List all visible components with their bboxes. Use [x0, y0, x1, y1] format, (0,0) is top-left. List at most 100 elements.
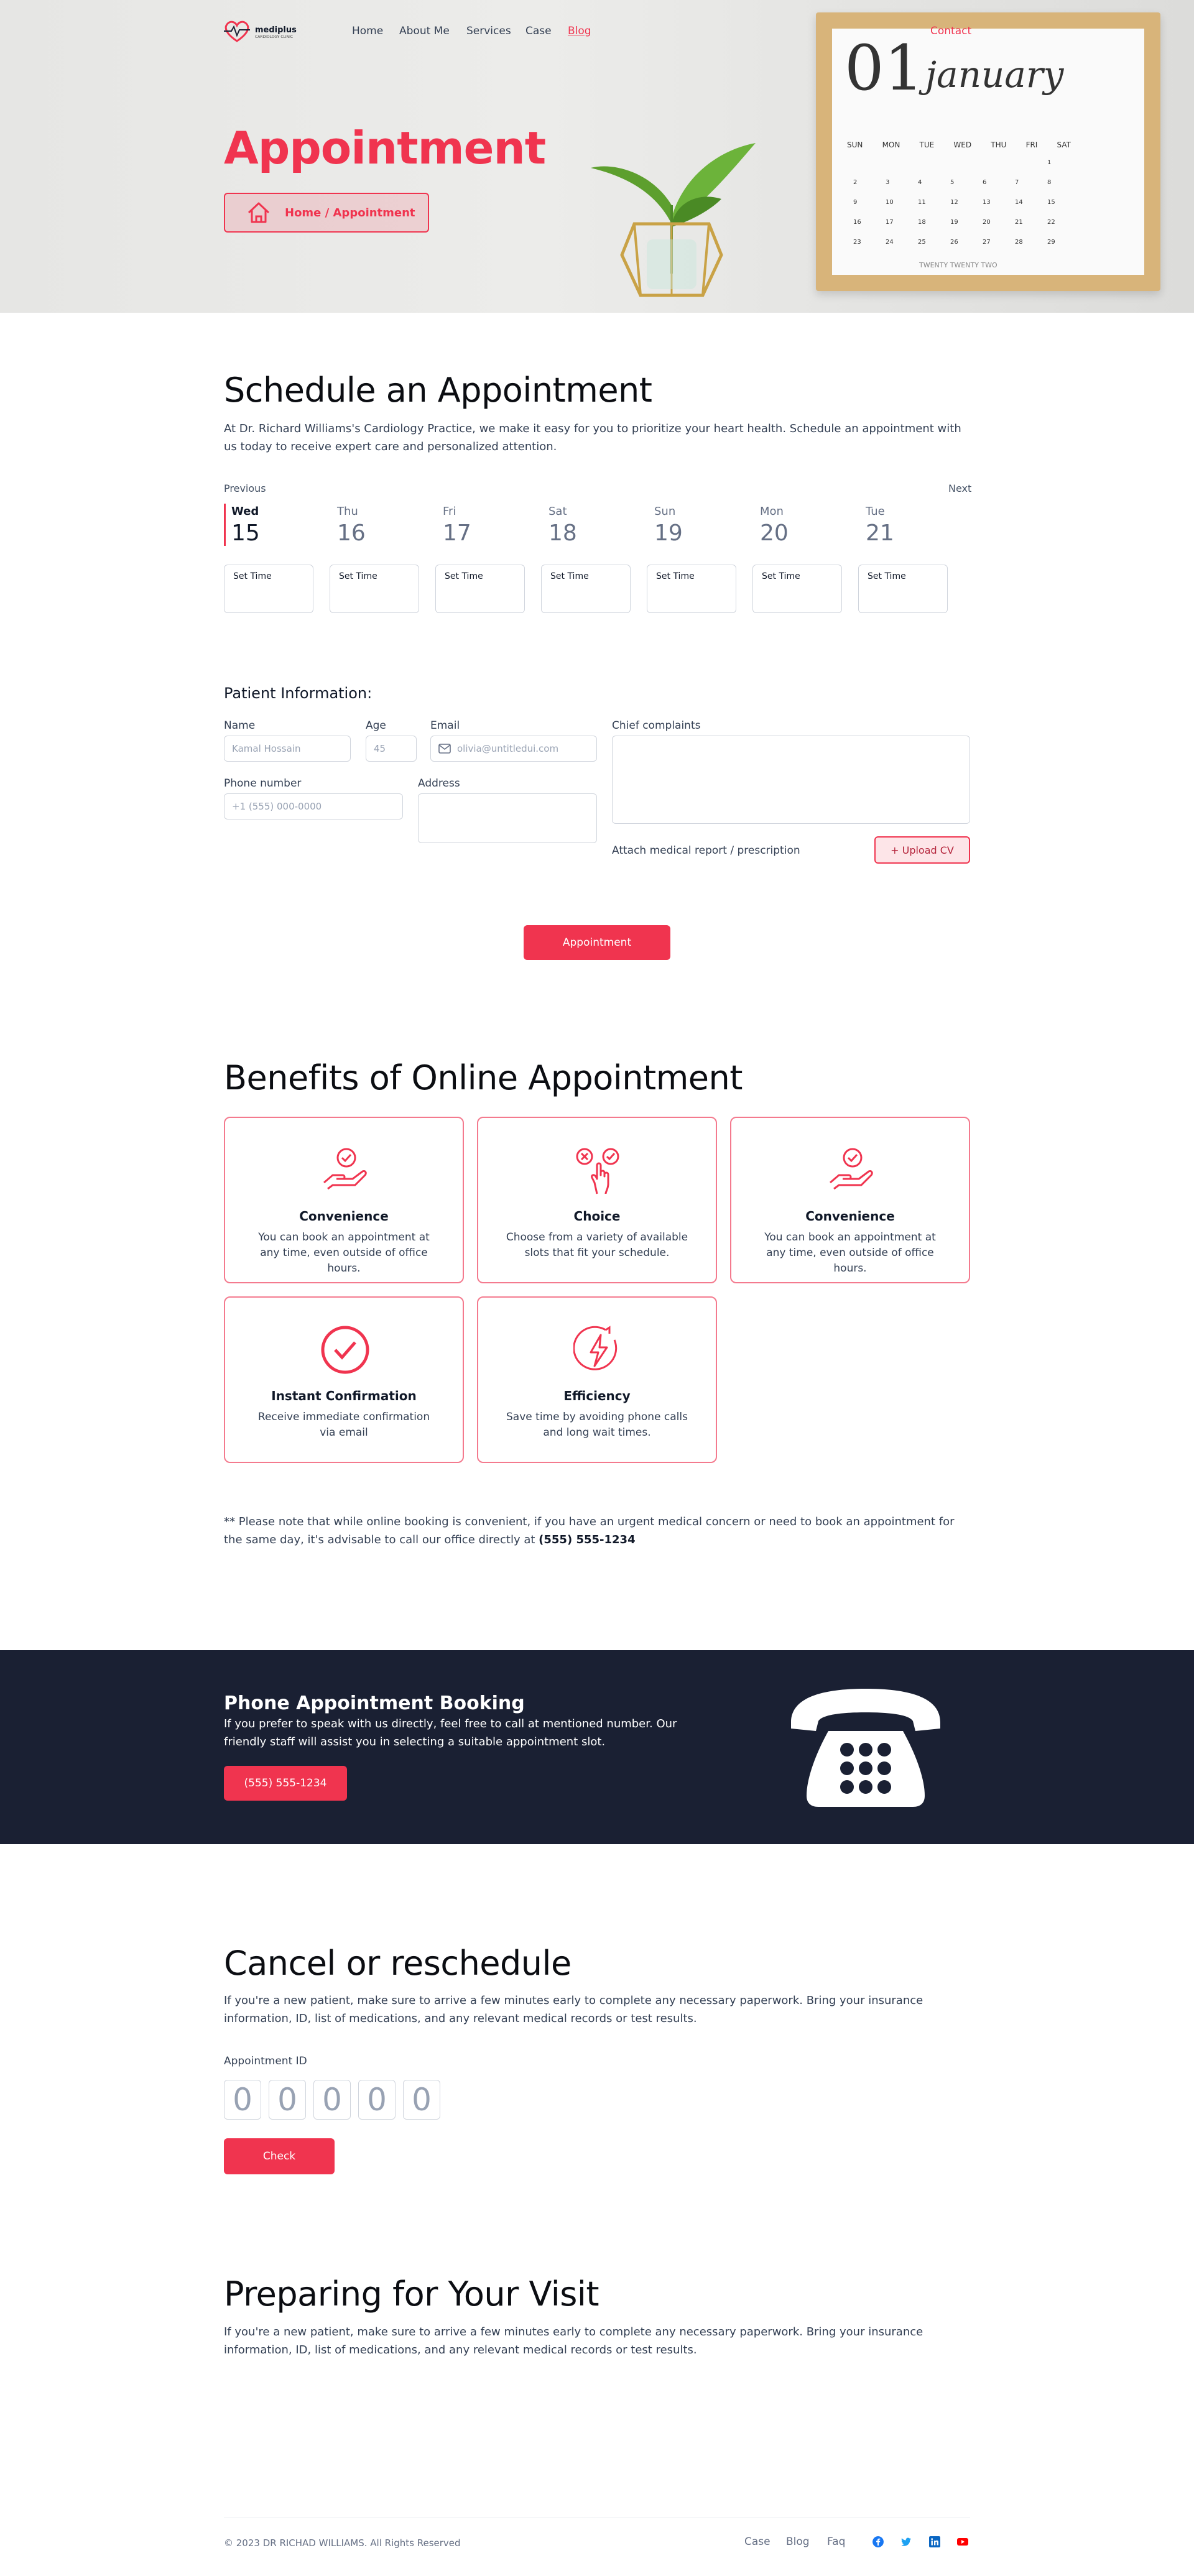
- benefit-title: Convenience: [805, 1209, 895, 1224]
- cancel-title: Cancel or reschedule: [224, 1944, 572, 1983]
- calendar-date: 24: [886, 239, 894, 246]
- appointment-id-digit[interactable]: 0: [224, 2080, 261, 2120]
- set-time-slot[interactable]: Set Time: [435, 565, 525, 613]
- appointment-id-digit[interactable]: 0: [358, 2080, 396, 2120]
- upload-cv-button[interactable]: + Upload CV: [874, 836, 970, 864]
- calendar-date: 19: [950, 219, 958, 226]
- calendar-month: january: [925, 53, 1064, 96]
- day-option[interactable]: Tue 21: [866, 505, 965, 546]
- day-name: Mon: [760, 505, 784, 518]
- hand-check-icon: [826, 1145, 876, 1195]
- preparing-text: If you're a new patient, make sure to ar…: [224, 2325, 923, 2357]
- calendar-date: 10: [886, 199, 894, 206]
- set-time-slot[interactable]: Set Time: [858, 565, 948, 613]
- nav-case[interactable]: Case: [525, 25, 552, 37]
- benefit-card: Efficiency Save time by avoiding phone ca…: [477, 1296, 717, 1463]
- address-textarea[interactable]: [418, 793, 597, 843]
- choice-hand-icon: [573, 1145, 623, 1195]
- schedule-title: Schedule an Appointment: [224, 371, 652, 410]
- day-name: Wed: [231, 505, 259, 518]
- age-input[interactable]: 45: [366, 736, 417, 762]
- calendar-weekday: WED: [953, 141, 972, 149]
- page-title: Appointment: [224, 122, 546, 174]
- appointment-id-digit[interactable]: 0: [269, 2080, 306, 2120]
- day-option[interactable]: Mon 20: [760, 505, 859, 546]
- calendar-date: 6: [983, 179, 987, 186]
- calendar-date: 2: [853, 179, 858, 186]
- urgent-note-phone[interactable]: (555) 555-1234: [539, 1533, 635, 1546]
- footer-link-case[interactable]: Case: [744, 2536, 771, 2548]
- benefit-card: Choice Choose from a variety of available…: [477, 1117, 717, 1283]
- set-time-slot[interactable]: Set Time: [330, 565, 419, 613]
- age-label: Age: [366, 719, 386, 732]
- home-icon[interactable]: [246, 200, 271, 225]
- calendar-date: 5: [950, 179, 955, 186]
- telephone-icon: [791, 1689, 940, 1807]
- benefits-title: Benefits of Online Appointment: [224, 1058, 743, 1097]
- nav-blog[interactable]: Blog: [568, 25, 591, 37]
- email-input[interactable]: olivia@untitledui.com: [430, 736, 597, 762]
- day-name: Fri: [443, 505, 456, 518]
- copyright: © 2023 DR RICHAD WILLIAMS. All Rights Re…: [224, 2537, 461, 2549]
- nav-services[interactable]: Services: [466, 25, 511, 37]
- set-time-slot[interactable]: Set Time: [541, 565, 631, 613]
- day-number: 16: [337, 520, 366, 546]
- appointment-id-digit[interactable]: 0: [403, 2080, 440, 2120]
- brand-tagline: CARDIOLOGY CLINIC: [255, 35, 294, 39]
- calendar-date: 29: [1047, 239, 1055, 246]
- calendar-date: 23: [853, 239, 861, 246]
- calendar-weekday: FRI: [1025, 141, 1038, 149]
- day-option[interactable]: Fri 17: [443, 505, 542, 546]
- check-button[interactable]: Check: [224, 2138, 335, 2174]
- calendar-date: 22: [1047, 219, 1055, 226]
- calendar-date: 26: [950, 239, 958, 246]
- appointment-id-digit[interactable]: 0: [313, 2080, 351, 2120]
- plant-image: [591, 143, 756, 297]
- benefit-text: You can book an appointment at any time,…: [764, 1231, 936, 1275]
- calendar-weekday: MON: [882, 141, 900, 149]
- day-number: 17: [443, 520, 471, 546]
- youtube-icon[interactable]: [957, 2536, 968, 2547]
- set-time-slot[interactable]: Set Time: [224, 565, 313, 613]
- breadcrumb: Home / Appointment: [224, 193, 429, 233]
- day-option[interactable]: Sat 18: [548, 505, 648, 546]
- name-input[interactable]: Kamal Hossain: [224, 736, 351, 762]
- calendar-date: 12: [950, 199, 958, 206]
- appointment-submit-button[interactable]: Appointment: [524, 925, 670, 960]
- address-label: Address: [418, 777, 460, 790]
- next-week-link[interactable]: Next: [948, 482, 971, 494]
- active-day-indicator: [224, 504, 226, 546]
- day-name: Sun: [654, 505, 676, 518]
- twitter-icon[interactable]: [900, 2536, 912, 2547]
- calendar-weekday: SUN: [847, 141, 863, 149]
- calendar-date: 13: [983, 199, 991, 206]
- benefit-title: Choice: [573, 1209, 621, 1224]
- previous-week-link[interactable]: Previous: [224, 482, 266, 494]
- set-time-slot[interactable]: Set Time: [752, 565, 842, 613]
- footer-link-blog[interactable]: Blog: [786, 2536, 810, 2548]
- calendar-date: 25: [918, 239, 926, 246]
- linkedin-icon[interactable]: [929, 2536, 940, 2547]
- hand-check-icon: [320, 1145, 370, 1195]
- footer-link-faq[interactable]: Faq: [827, 2536, 845, 2548]
- breadcrumb-text[interactable]: Home / Appointment: [285, 206, 415, 219]
- call-phone-button[interactable]: (555) 555-1234: [224, 1766, 347, 1801]
- calendar-frame-image: 01 january SUN MON TUE WED THU FRI SAT 1234567…: [816, 12, 1160, 291]
- brand-logo[interactable]: mediplus CARDIOLOGY CLINIC: [223, 19, 297, 44]
- phone-input[interactable]: +1 (555) 000-0000: [224, 793, 403, 819]
- benefit-title: Convenience: [299, 1209, 389, 1224]
- calendar-date: 14: [1015, 199, 1023, 206]
- day-number: 15: [231, 520, 260, 546]
- lightning-icon: [573, 1325, 623, 1375]
- benefit-text: Save time by avoiding phone calls and lo…: [506, 1411, 688, 1439]
- nav-home[interactable]: Home: [352, 25, 383, 37]
- day-option[interactable]: Wed 15: [224, 504, 331, 546]
- nav-about[interactable]: About Me: [399, 25, 450, 37]
- day-option[interactable]: Thu 16: [337, 505, 437, 546]
- day-option[interactable]: Sun 19: [654, 505, 754, 546]
- set-time-slot[interactable]: Set Time: [647, 565, 736, 613]
- nav-contact[interactable]: Contact: [930, 25, 971, 37]
- facebook-icon[interactable]: [872, 2536, 884, 2547]
- calendar-date: 1: [1047, 159, 1052, 166]
- complaints-textarea[interactable]: [612, 736, 970, 824]
